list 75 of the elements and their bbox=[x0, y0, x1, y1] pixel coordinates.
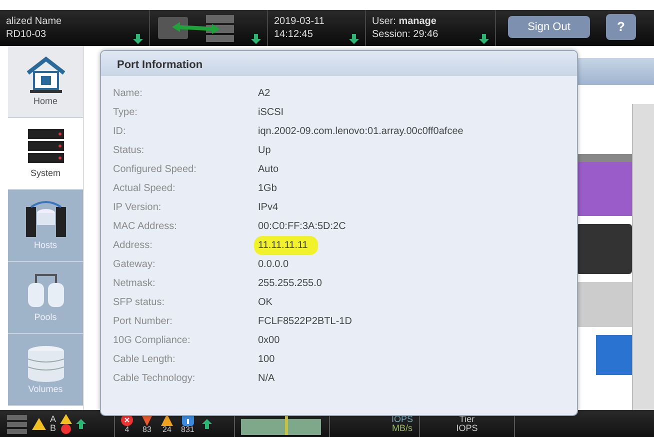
field-value: iSCSI bbox=[258, 106, 284, 120]
sidebar-item[interactable]: Home bbox=[8, 46, 83, 118]
field-label: MAC Address: bbox=[113, 220, 178, 234]
down-arrow-icon[interactable] bbox=[349, 34, 359, 44]
up-arrow-icon[interactable] bbox=[202, 418, 212, 428]
field-value: FCLF8522P2BTL-1D bbox=[258, 315, 352, 329]
sidebar-item[interactable]: Pools bbox=[8, 262, 83, 334]
field-value: 255.255.255.0 bbox=[258, 277, 322, 291]
field-value: Auto bbox=[258, 163, 279, 177]
hosts-icon bbox=[24, 198, 68, 239]
field-label: SFP status: bbox=[113, 296, 166, 310]
field-label: Gateway: bbox=[113, 258, 156, 272]
alert-count: 4 bbox=[124, 426, 130, 434]
field-value: Up bbox=[258, 144, 271, 158]
controller-module-drawing bbox=[576, 154, 632, 216]
module-drawing bbox=[596, 335, 632, 375]
alert-count: 83 bbox=[142, 426, 152, 434]
field-label: Port Number: bbox=[113, 315, 174, 329]
field-value: IPv4 bbox=[258, 201, 278, 215]
down-arrow-icon[interactable] bbox=[251, 34, 261, 44]
field-label: Netmask: bbox=[113, 277, 156, 291]
user-name: manage bbox=[398, 16, 436, 26]
controller-b-label: B bbox=[50, 424, 56, 432]
field-value: OK bbox=[258, 296, 272, 310]
alert-count: 831 bbox=[181, 426, 194, 434]
field-label: Name: bbox=[113, 87, 144, 101]
field-label: Configured Speed: bbox=[113, 163, 198, 177]
field-label: Cable Length: bbox=[113, 353, 176, 367]
controller-a-label: A bbox=[50, 414, 56, 424]
popup-title: Port Information bbox=[101, 51, 577, 76]
warning-icon[interactable] bbox=[32, 418, 46, 430]
field-label: Address: bbox=[113, 239, 154, 253]
session-label: Session: bbox=[372, 29, 410, 40]
user-label: User: bbox=[372, 16, 396, 26]
alert-count: 24 bbox=[162, 426, 172, 434]
tier-label: Tier bbox=[459, 414, 475, 424]
critical-icon[interactable] bbox=[141, 414, 153, 426]
field-value: 11.11.11.11 bbox=[254, 236, 318, 255]
date-text: 2019-03-11 bbox=[274, 14, 324, 28]
field-value: A2 bbox=[258, 87, 270, 101]
tier-iops-label: IOPS bbox=[456, 424, 478, 432]
field-label: Status: bbox=[113, 144, 146, 158]
port-module-drawing bbox=[576, 224, 632, 274]
throughput-label: MB/s bbox=[392, 424, 412, 432]
system-id: RD10-03 bbox=[6, 28, 46, 42]
up-arrow-icon[interactable] bbox=[76, 418, 86, 428]
field-value: iqn.2002-09.com.lenovo:01.array.00c0ff0afcee bbox=[258, 125, 464, 139]
field-value: 00:C0:FF:3A:5D:2C bbox=[258, 220, 346, 234]
error-icon[interactable] bbox=[121, 414, 133, 426]
help-button[interactable]: ? bbox=[606, 14, 636, 40]
system-name: alized Name bbox=[6, 14, 62, 28]
down-arrow-icon[interactable] bbox=[133, 34, 143, 44]
panel-drawing bbox=[576, 282, 632, 327]
field-label: Type: bbox=[113, 106, 138, 120]
down-arrow-icon[interactable] bbox=[479, 34, 489, 44]
field-value: 0x00 bbox=[258, 334, 280, 348]
field-value: 1Gb bbox=[258, 182, 277, 196]
field-label: 10G Compliance: bbox=[113, 334, 192, 348]
session-time: 29:46 bbox=[413, 29, 438, 40]
time-text: 14:12:45 bbox=[274, 28, 313, 42]
sidebar-item[interactable]: Hosts bbox=[8, 190, 83, 262]
warning-icon[interactable] bbox=[161, 414, 173, 426]
field-value: 0.0.0.0 bbox=[258, 258, 289, 272]
error-icon[interactable] bbox=[61, 424, 72, 434]
sidebar-item[interactable]: Volumes bbox=[8, 334, 83, 406]
field-value: N/A bbox=[258, 372, 275, 386]
field-label: IP Version: bbox=[113, 201, 162, 215]
scrollbar[interactable] bbox=[632, 104, 654, 410]
warning-icon[interactable] bbox=[60, 414, 72, 424]
field-label: ID: bbox=[113, 125, 127, 139]
field-label: Cable Technology: bbox=[113, 372, 196, 386]
field-value: 100 bbox=[258, 353, 275, 367]
iops-label: IOPS bbox=[391, 414, 413, 424]
field-label: Actual Speed: bbox=[113, 182, 176, 196]
sign-out-button[interactable]: Sign Out bbox=[508, 16, 590, 38]
